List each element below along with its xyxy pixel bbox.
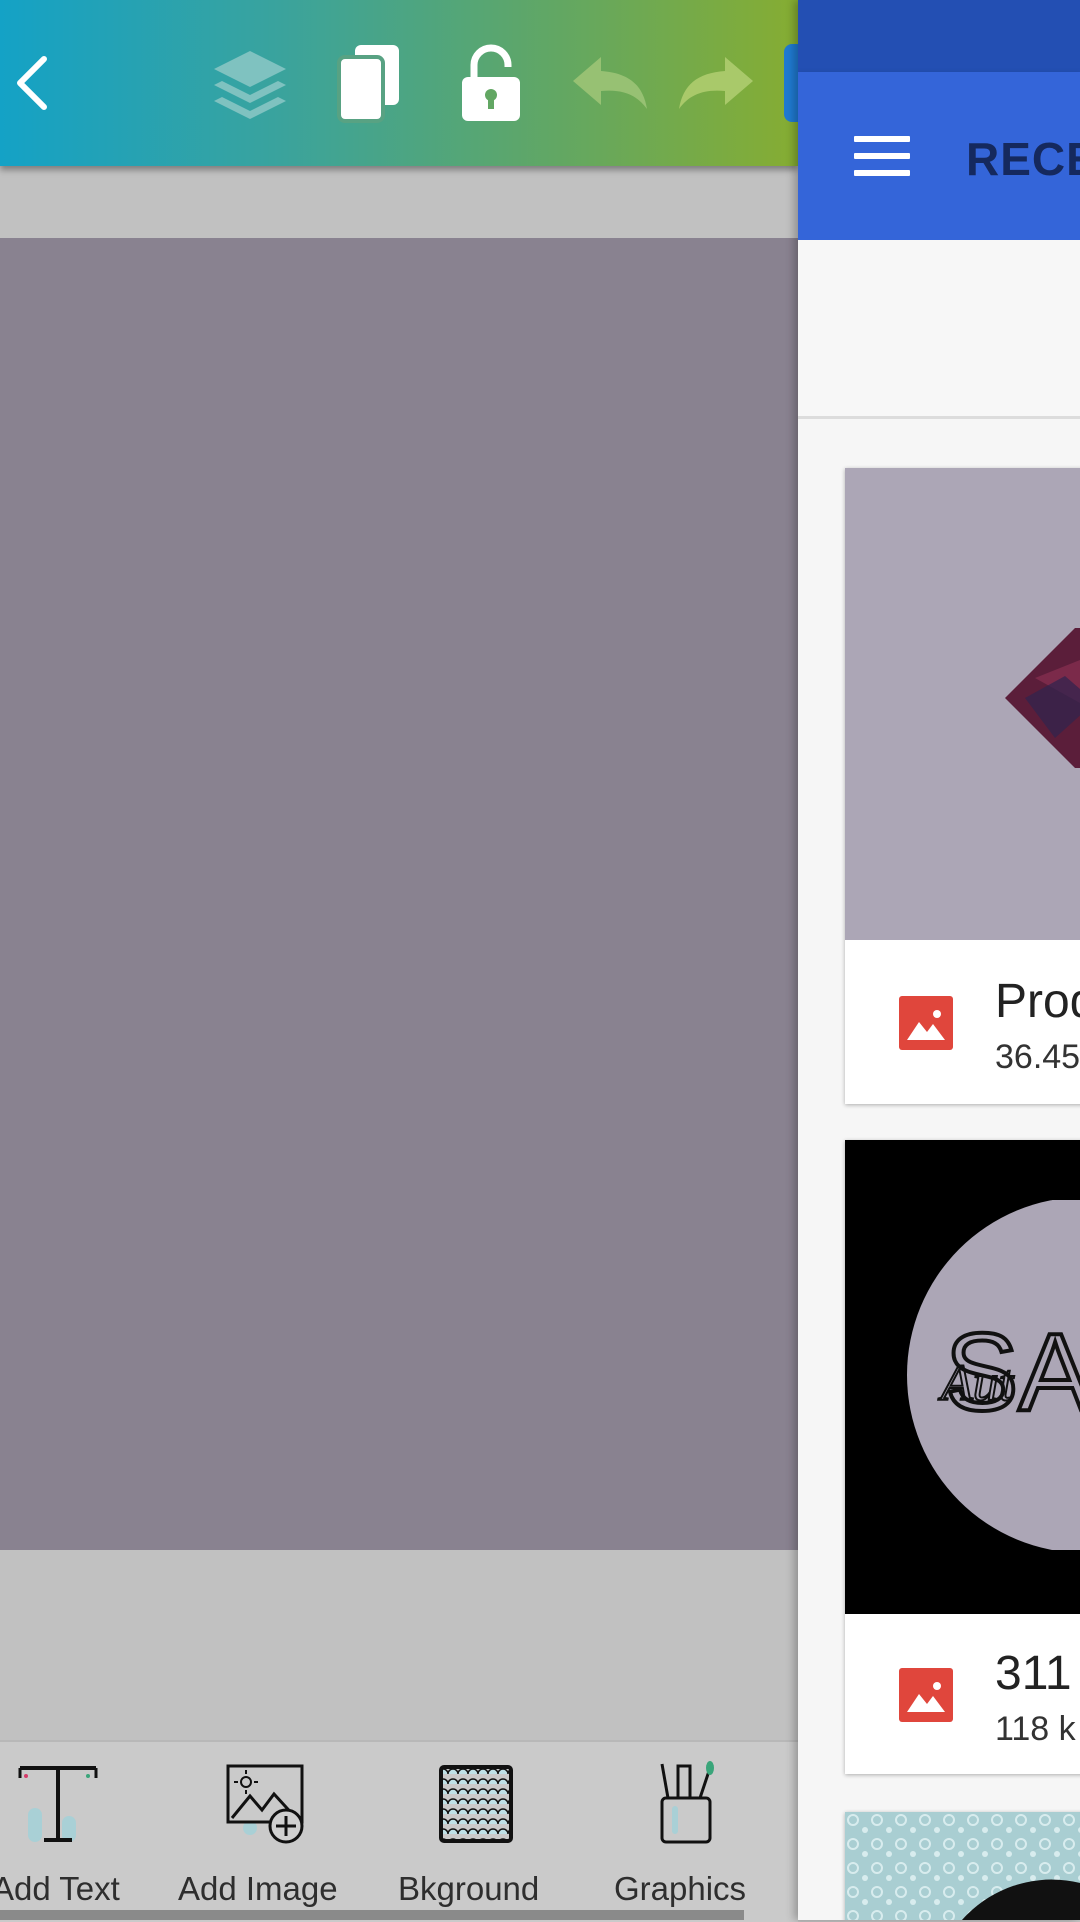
- file-name: Prod: [995, 975, 1080, 1028]
- menu-icon[interactable]: [854, 136, 910, 176]
- layers-icon[interactable]: [208, 38, 292, 128]
- redo-icon[interactable]: [676, 38, 756, 128]
- add-image-label: Add Image: [178, 1870, 338, 1907]
- add-image-icon: [226, 1764, 304, 1844]
- duplicate-icon[interactable]: [336, 38, 402, 128]
- filter-bar: [798, 240, 1080, 419]
- unlock-icon[interactable]: [458, 38, 524, 128]
- image-file-icon: [899, 996, 953, 1050]
- file-picker-app-bar: RECEN: [798, 72, 1080, 240]
- toolbar-action-button-edge[interactable]: [784, 44, 798, 122]
- background-label: Bkground: [398, 1870, 540, 1907]
- design-canvas[interactable]: [0, 238, 798, 1550]
- file-name: 311: [995, 1647, 1072, 1700]
- file-size: 118 k: [995, 1710, 1076, 1748]
- text-tool-icon: [18, 1766, 98, 1842]
- picker-title: RECEN: [966, 133, 1080, 185]
- add-text-label: Add Text: [0, 1870, 120, 1907]
- file-picker-drawer: RECEN Prod 36.45 SA Aut 311: [798, 0, 1080, 1920]
- file-card[interactable]: SA Aut 311 118 k: [845, 1140, 1080, 1774]
- file-card[interactable]: [845, 1812, 1080, 1920]
- horizontal-scroll-indicator[interactable]: [0, 1910, 744, 1920]
- editor-toolbar: [0, 0, 798, 166]
- svg-text:Aut: Aut: [938, 1355, 1015, 1412]
- file-card[interactable]: Prod 36.45: [845, 468, 1080, 1104]
- graphics-label: Graphics: [614, 1870, 747, 1907]
- file-thumbnail: SA Aut: [845, 1140, 1080, 1614]
- file-size: 36.45: [995, 1038, 1080, 1076]
- graphics-pencil-cup-icon: [660, 1761, 714, 1844]
- file-thumbnail: [845, 468, 1080, 940]
- status-bar: [798, 0, 1080, 72]
- file-thumbnail: [845, 1812, 1080, 1920]
- background-pattern-icon: [439, 1765, 513, 1843]
- undo-icon[interactable]: [570, 38, 650, 128]
- image-file-icon: [899, 1668, 953, 1722]
- back-icon[interactable]: [8, 38, 56, 128]
